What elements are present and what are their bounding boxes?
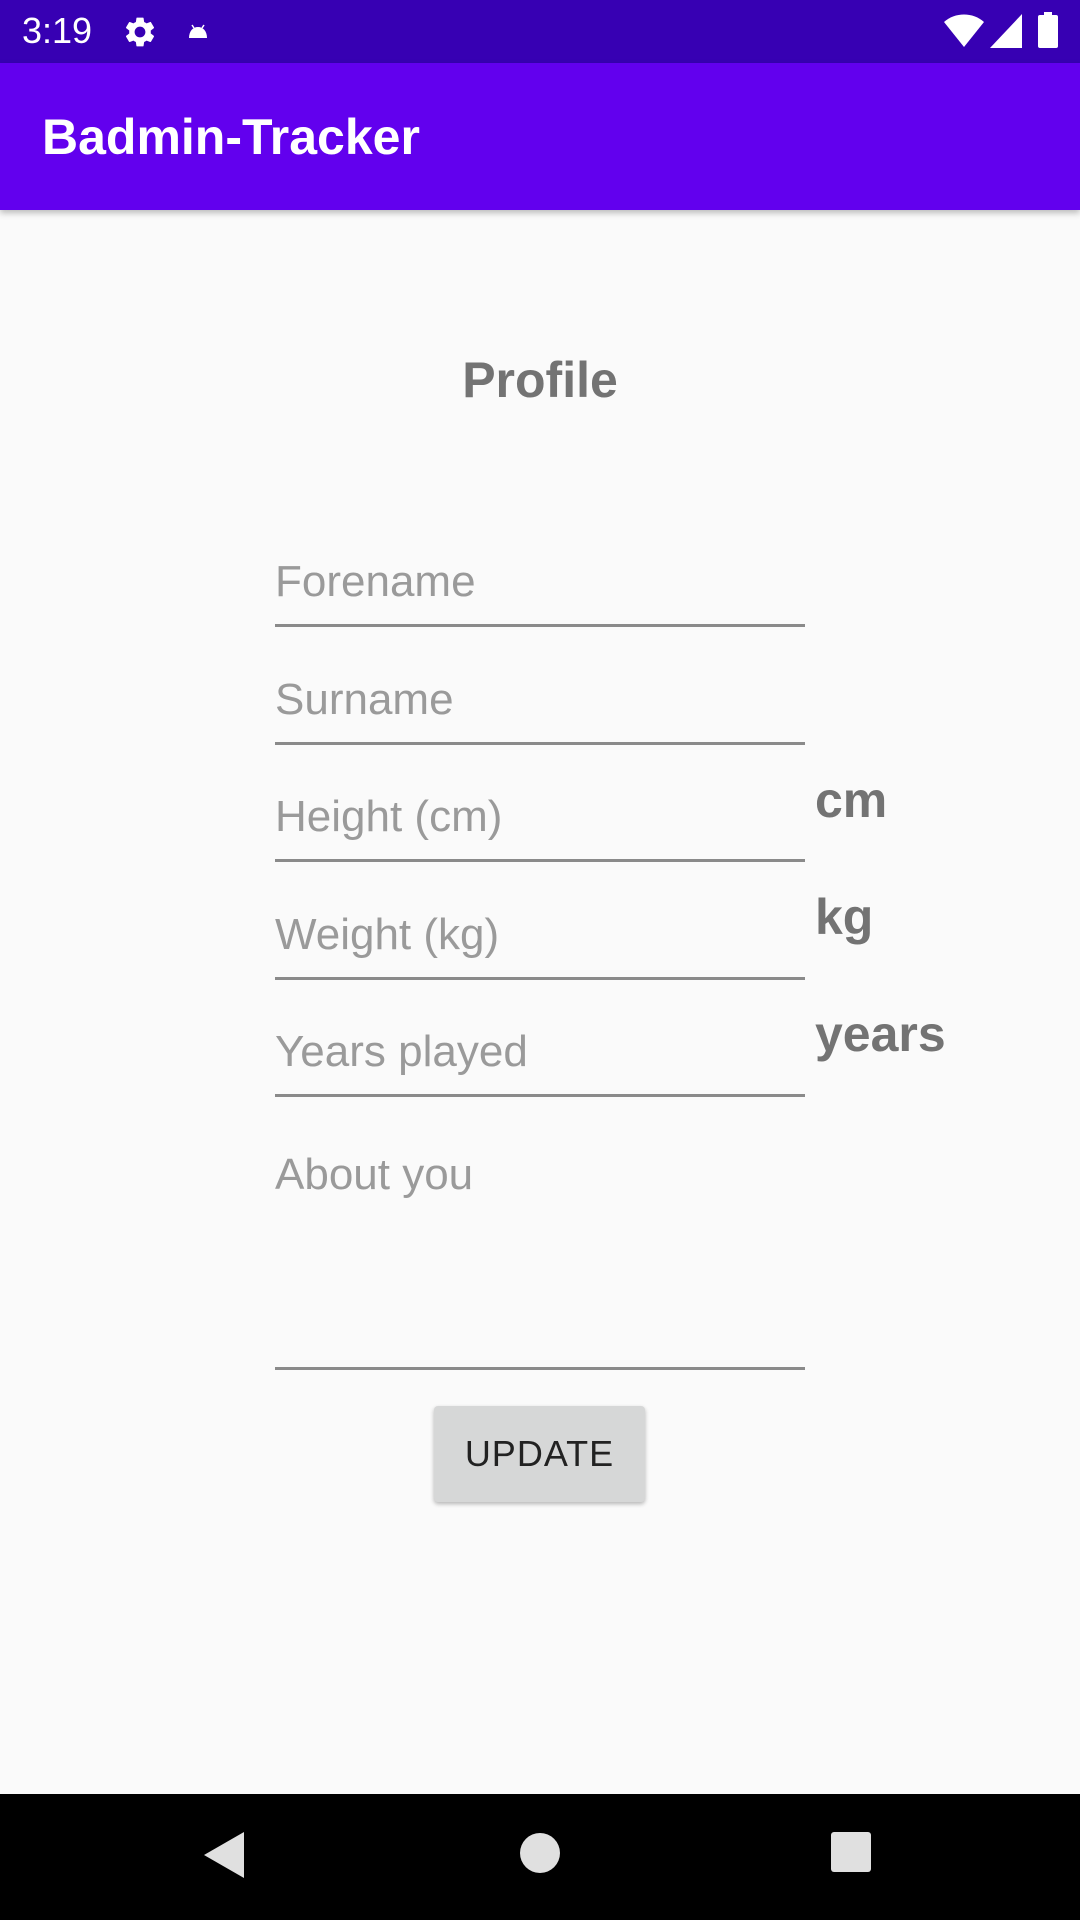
android-icon: [189, 24, 207, 38]
navigation-bar: [0, 1794, 1080, 1920]
status-bar: 3:19: [0, 0, 1080, 63]
home-icon[interactable]: [519, 1832, 561, 1874]
app-title: Badmin-Tracker: [42, 109, 420, 165]
profile-screen: Profile cm kg years UPDATE: [0, 210, 1080, 1794]
weight-input[interactable]: [275, 893, 805, 977]
height-field-container: [275, 775, 805, 862]
surname-input[interactable]: [275, 658, 805, 742]
back-icon[interactable]: [204, 1832, 244, 1878]
weight-field-container: [275, 893, 805, 980]
gear-icon: [125, 17, 155, 47]
signal-icon: [990, 14, 1022, 48]
app-bar: Badmin-Tracker: [0, 63, 1080, 210]
forename-field-container: [275, 540, 805, 627]
battery-icon: [1038, 12, 1058, 48]
page-title: Profile: [462, 352, 618, 408]
wifi-icon: [944, 14, 984, 47]
years-unit-label: years: [815, 1006, 946, 1062]
status-time: 3:19: [22, 10, 93, 51]
about-you-input[interactable]: [275, 1135, 805, 1379]
weight-unit-label: kg: [815, 889, 874, 945]
years-played-input[interactable]: [275, 1010, 805, 1094]
forename-input[interactable]: [275, 540, 805, 624]
recents-icon[interactable]: [831, 1832, 871, 1872]
surname-field-container: [275, 658, 805, 745]
about-field-container: [275, 1135, 805, 1379]
years-played-field-container: [275, 1010, 805, 1097]
height-unit-label: cm: [815, 772, 888, 828]
update-button[interactable]: UPDATE: [434, 1406, 645, 1502]
height-input[interactable]: [275, 775, 805, 859]
